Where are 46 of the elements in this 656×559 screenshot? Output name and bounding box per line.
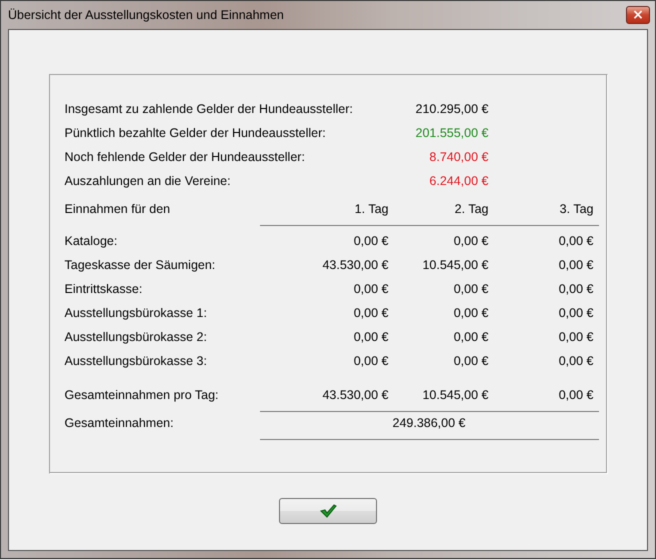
row-label: Insgesamt zu zahlende Gelder der Hundeaussteller: bbox=[64, 101, 354, 118]
amount-value: 6.244,00 € bbox=[428, 173, 488, 190]
amount-value: 0,00 € bbox=[452, 353, 488, 370]
window-title: Übersicht der Ausstellungskosten und Einnahmen bbox=[8, 8, 284, 22]
column-heading: 3. Tag bbox=[558, 201, 594, 218]
amount-value: 43.530,00 € bbox=[321, 387, 388, 404]
row-label: Tageskasse der Säumigen: bbox=[64, 257, 216, 274]
checkmark-icon bbox=[320, 504, 336, 518]
amount-value: 0,00 € bbox=[558, 281, 594, 298]
close-button[interactable]: × bbox=[626, 6, 650, 24]
ok-button[interactable] bbox=[279, 498, 377, 524]
amount-value: 8.740,00 € bbox=[428, 149, 488, 166]
row-label: Ausstellungsbürokasse 1: bbox=[64, 305, 208, 322]
amount-value: 201.555,00 € bbox=[414, 125, 488, 142]
amount-value: 43.530,00 € bbox=[321, 257, 388, 274]
amount-value: 0,00 € bbox=[452, 329, 488, 346]
total-value: 249.386,00 € bbox=[392, 415, 466, 432]
amount-value: 0,00 € bbox=[452, 305, 488, 322]
amount-value: 0,00 € bbox=[352, 329, 388, 346]
amount-value: 10.545,00 € bbox=[421, 387, 488, 404]
column-heading: 1. Tag bbox=[354, 201, 388, 218]
amount-value: 0,00 € bbox=[352, 233, 388, 250]
column-heading: Einnahmen für den bbox=[64, 201, 172, 218]
amount-value: 0,00 € bbox=[352, 353, 388, 370]
row-label: Noch fehlende Gelder der Hundeaussteller: bbox=[64, 149, 306, 166]
row-label: Pünktlich bezahlte Gelder der Hundeaussteller: bbox=[64, 125, 327, 142]
amount-value: 0,00 € bbox=[558, 353, 594, 370]
amount-value: 210.295,00 € bbox=[414, 101, 488, 118]
amount-value: 0,00 € bbox=[558, 257, 594, 274]
row-label: Auszahlungen an die Vereine: bbox=[64, 173, 232, 190]
amount-value: 0,00 € bbox=[558, 305, 594, 322]
amount-value: 0,00 € bbox=[452, 281, 488, 298]
amount-value: 0,00 € bbox=[352, 305, 388, 322]
row-label: Gesamteinnahmen: bbox=[64, 415, 175, 432]
amount-value: 0,00 € bbox=[352, 281, 388, 298]
row-label: Gesamteinnahmen pro Tag: bbox=[64, 387, 220, 404]
amount-value: 0,00 € bbox=[558, 233, 594, 250]
row-label: Ausstellungsbürokasse 2: bbox=[64, 329, 208, 346]
amount-value: 0,00 € bbox=[558, 329, 594, 346]
amount-value: 0,00 € bbox=[558, 387, 594, 404]
row-label: Kataloge: bbox=[64, 233, 118, 250]
amount-value: 10.545,00 € bbox=[421, 257, 488, 274]
row-label: Eintrittskasse: bbox=[64, 281, 144, 298]
row-label: Ausstellungsbürokasse 3: bbox=[64, 353, 208, 370]
amount-value: 0,00 € bbox=[452, 233, 488, 250]
column-heading: 2. Tag bbox=[454, 201, 488, 218]
